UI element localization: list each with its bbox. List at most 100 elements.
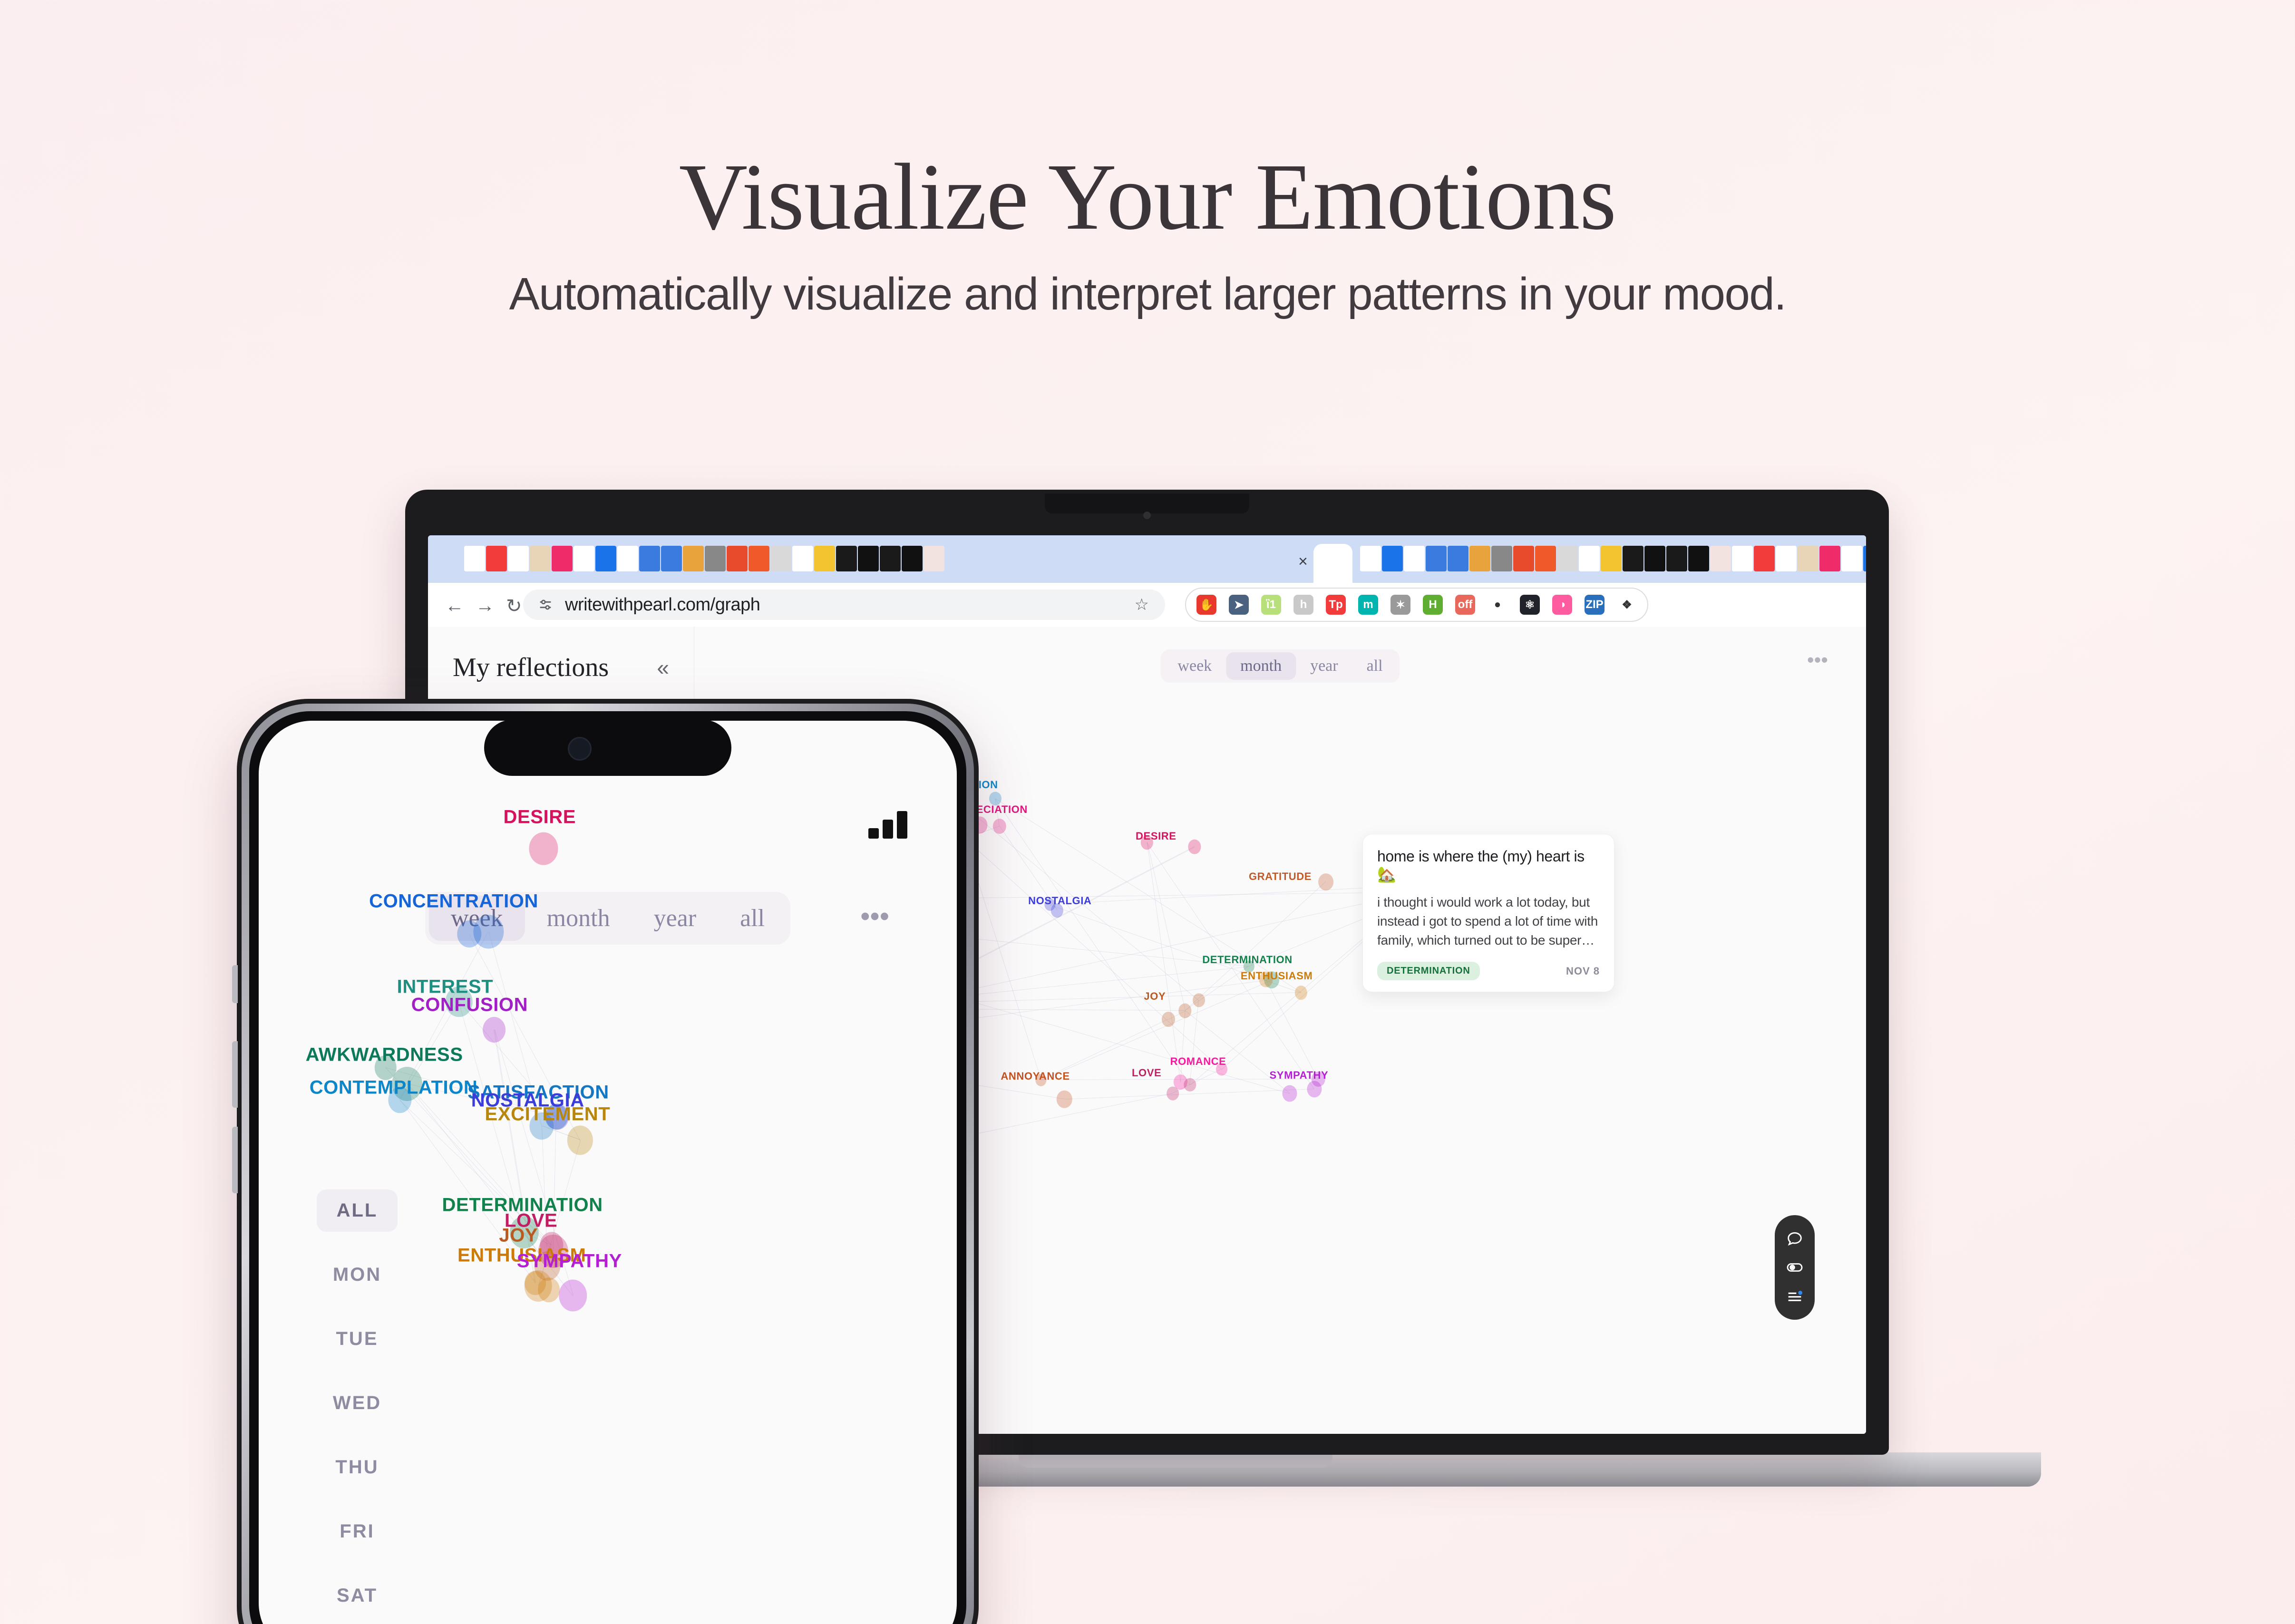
tab-favicon[interactable] [924, 546, 944, 571]
sound-off-extension[interactable]: off [1455, 595, 1475, 615]
graph-label-awkwardness[interactable]: AWKWARDNESS [306, 1044, 463, 1065]
graph-label-joy[interactable]: JOY [499, 1225, 538, 1246]
graph-node[interactable] [1306, 1081, 1322, 1098]
graph-node[interactable] [524, 1270, 553, 1302]
tab-favicon[interactable] [1798, 546, 1818, 571]
graph-node[interactable] [1188, 839, 1201, 854]
back-icon[interactable]: ← [445, 595, 464, 617]
toggle-eye-icon[interactable] [1785, 1258, 1804, 1277]
graph-label-confusion[interactable]: CONFUSION [411, 995, 528, 1016]
tab-favicon[interactable] [1841, 546, 1862, 571]
tab-favicon[interactable] [486, 546, 507, 571]
honey-extension[interactable]: h [1293, 595, 1313, 615]
address-bar[interactable]: writewithpearl.com/graph ☆ [523, 590, 1165, 620]
tab-favicon[interactable] [552, 546, 573, 571]
graph-label-sympathy[interactable]: SYMPATHY [517, 1250, 622, 1272]
chat-bubble-icon[interactable] [1785, 1229, 1804, 1248]
tab-favicon[interactable] [792, 546, 813, 571]
tab-favicon[interactable] [1601, 546, 1622, 571]
phone-screen[interactable]: week month year all ••• ALL MON TUE WED THU FRI S… [259, 721, 957, 1624]
tab-favicon[interactable] [880, 546, 901, 571]
tab-favicon[interactable] [1513, 546, 1534, 571]
octocat-extension[interactable]: ◑ [1552, 595, 1572, 615]
tab-favicon[interactable] [1863, 546, 1866, 571]
feed-list-icon[interactable] [1785, 1287, 1804, 1306]
html-validator-extension[interactable]: H [1423, 595, 1443, 615]
forward-icon[interactable]: → [476, 595, 495, 617]
tab-favicon[interactable] [814, 546, 835, 571]
graph-label-concentration[interactable]: CONCENTRATION [369, 891, 538, 912]
graph-label-nostalgia[interactable]: NOSTALGIA [1028, 895, 1091, 907]
graph-label-contemplation[interactable]: CONTEMPLATION [310, 1077, 478, 1099]
tab-favicon[interactable] [1448, 546, 1468, 571]
graph-label-love[interactable]: LOVE [1132, 1067, 1161, 1079]
graph-label-excitement[interactable]: EXCITEMENT [485, 1103, 611, 1125]
phone-mute-switch[interactable] [232, 965, 238, 1003]
phone-volume-down-button[interactable] [232, 1127, 238, 1193]
tab-favicon[interactable] [617, 546, 638, 571]
site-settings-icon[interactable] [537, 597, 554, 613]
tab-favicon[interactable] [1776, 546, 1797, 571]
graph-node[interactable] [1167, 1086, 1179, 1101]
tab-favicon[interactable] [1819, 546, 1840, 571]
adblock-extension[interactable]: ✋ [1196, 595, 1216, 615]
graph-node[interactable] [483, 1017, 506, 1043]
cursor-extension[interactable]: ➤ [1229, 595, 1249, 615]
tab-favicon[interactable] [727, 546, 748, 571]
tab-favicon[interactable] [661, 546, 682, 571]
close-tab-icon[interactable]: × [1298, 552, 1308, 571]
tab-favicon[interactable] [770, 546, 791, 571]
phone-volume-up-button[interactable] [232, 1041, 238, 1108]
floating-action-column[interactable] [1775, 1215, 1815, 1320]
tab-favicon[interactable] [749, 546, 769, 571]
tab-favicon[interactable] [683, 546, 704, 571]
tab-favicon[interactable] [1404, 546, 1425, 571]
mendeley-extension[interactable]: m [1358, 595, 1378, 615]
graph-label-desire[interactable]: DESIRE [1136, 830, 1177, 842]
graph-node[interactable] [1318, 873, 1333, 891]
extensions-pill[interactable]: ✋ ➤ ἳ1 h Tp m ✶ Hoff ● ⚛ ◑ ZIP ❖ [1185, 588, 1648, 622]
tab-favicon[interactable] [836, 546, 857, 571]
graph-node[interactable] [1184, 1078, 1196, 1092]
reload-icon[interactable]: ↻ [506, 595, 522, 617]
graph-node[interactable] [1161, 1012, 1175, 1027]
collapse-sidebar-icon[interactable]: « [657, 655, 669, 680]
tab-favicon[interactable] [1426, 546, 1447, 571]
tab-favicon[interactable] [705, 546, 726, 571]
tab-favicon[interactable] [1666, 546, 1687, 571]
tab-favicon[interactable] [1754, 546, 1775, 571]
graph-node[interactable] [1057, 1091, 1072, 1108]
graph-node[interactable] [473, 914, 504, 949]
graph-node[interactable] [558, 1279, 587, 1312]
tab-favicon[interactable] [1644, 546, 1665, 571]
tab-favicon[interactable] [1491, 546, 1512, 571]
graph-label-annoyance[interactable]: ANNOYANCE [1001, 1070, 1070, 1083]
react-devtools-extension[interactable]: ⚛ [1520, 595, 1540, 615]
tab-favicon[interactable] [1469, 546, 1490, 571]
tab-favicon[interactable] [508, 546, 529, 571]
graph-node[interactable] [1193, 993, 1206, 1007]
debug-extension[interactable]: ✶ [1391, 595, 1410, 615]
tab-favicon[interactable] [858, 546, 879, 571]
tab-favicon[interactable] [530, 546, 551, 571]
puzzle-extension[interactable]: ❖ [1617, 595, 1637, 615]
tab-favicons-left[interactable] [464, 546, 944, 571]
active-tab[interactable] [1313, 544, 1352, 583]
graph-node[interactable] [528, 832, 558, 865]
graph-label-sympathy[interactable]: SYMPATHY [1270, 1069, 1329, 1082]
tab-favicon[interactable] [1732, 546, 1753, 571]
zip-extension[interactable]: ZIP [1585, 595, 1605, 615]
tab-favicon[interactable] [1623, 546, 1643, 571]
graph-label-joy[interactable]: JOY [1144, 990, 1166, 1003]
graph-node[interactable] [992, 819, 1007, 834]
graph-label-enthusiasm[interactable]: ENTHUSIASM [1241, 970, 1313, 982]
plant-extension[interactable]: ἳ1 [1261, 595, 1281, 615]
tab-favicon[interactable] [902, 546, 923, 571]
graph-label-desire[interactable]: DESIRE [503, 806, 576, 828]
tab-favicon[interactable] [595, 546, 616, 571]
graph-node[interactable] [1294, 986, 1308, 1000]
graph-node[interactable] [567, 1125, 593, 1155]
colorpicker-extension[interactable]: ● [1488, 595, 1507, 615]
tab-favicon[interactable] [1688, 546, 1709, 571]
tab-favicon[interactable] [1557, 546, 1578, 571]
